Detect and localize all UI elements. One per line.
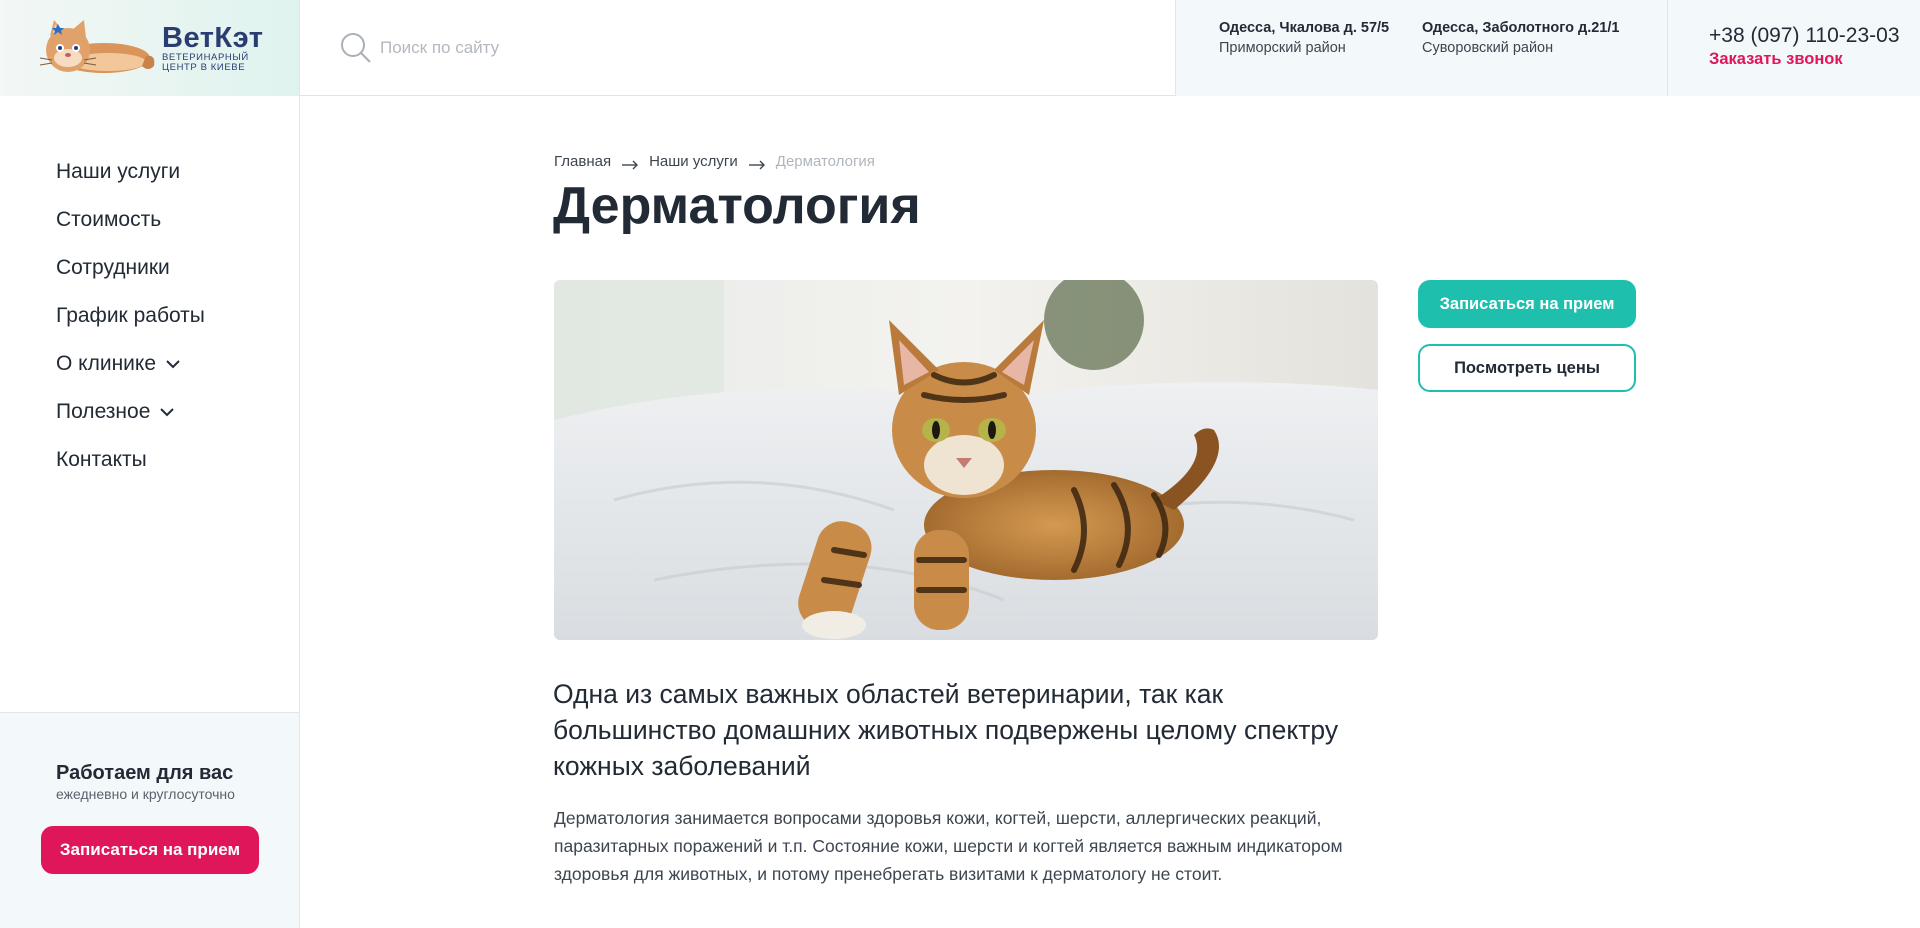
site-header: ВетКэт ВЕТЕРИНАРНЫЙ ЦЕНТР В КИЕВЕ Одесса… xyxy=(0,0,1920,96)
logo-subtitle-line2: ЦЕНТР В КИЕВЕ xyxy=(162,62,246,73)
address-district: Приморский район xyxy=(1219,40,1346,56)
working-hours-title: Работаем для вас xyxy=(56,762,234,784)
sidebar-nav: Наши услуги Стоимость Сотрудники График … xyxy=(0,96,299,484)
working-hours-subtitle: ежедневно и круглосуточно xyxy=(56,786,235,802)
address-street: Одесса, Чкалова д. 57/5 xyxy=(1219,20,1390,36)
breadcrumb-home[interactable]: Главная xyxy=(554,153,611,170)
sidebar-item-about[interactable]: О клинике xyxy=(56,340,299,388)
sidebar-item-label: Полезное xyxy=(56,400,151,423)
sidebar-item-label: Контакты xyxy=(56,448,147,471)
chevron-down-icon xyxy=(164,355,182,373)
address-district: Суворовский район xyxy=(1422,40,1554,56)
breadcrumb: Главная Наши услуги Дерматология xyxy=(554,153,875,170)
order-call-link[interactable]: Заказать звонок xyxy=(1709,48,1920,70)
breadcrumb-services[interactable]: Наши услуги xyxy=(649,153,738,170)
address-street: Одесса, Заболотного д.21/1 xyxy=(1422,20,1620,36)
phone-number[interactable]: +38 (097) 110-23-03 xyxy=(1709,24,1920,48)
sidebar-item-label: Стоимость xyxy=(56,208,162,231)
search-input[interactable] xyxy=(380,38,1080,58)
lead-paragraph: Одна из самых важных областей ветеринари… xyxy=(553,679,1339,781)
sidebar-item-label: О клинике xyxy=(56,352,157,375)
sidebar-item-schedule[interactable]: График работы xyxy=(56,292,299,340)
address-1: Одесса, Чкалова д. 57/5 Приморский район xyxy=(1219,18,1422,96)
sidebar: Наши услуги Стоимость Сотрудники График … xyxy=(0,96,300,928)
chevron-down-icon xyxy=(158,403,176,421)
logo[interactable]: ВетКэт ВЕТЕРИНАРНЫЙ ЦЕНТР В КИЕВЕ xyxy=(0,0,300,96)
search-icon[interactable] xyxy=(340,32,372,64)
arrow-right-icon xyxy=(621,157,639,169)
arrow-right-icon xyxy=(748,157,766,169)
sidebar-item-staff[interactable]: Сотрудники xyxy=(56,244,299,292)
sidebar-item-label: Сотрудники xyxy=(56,256,170,279)
sidebar-item-contacts[interactable]: Контакты xyxy=(56,436,299,484)
sidebar-appointment-button[interactable]: Записаться на прием xyxy=(41,826,259,874)
page-title: Дерматология xyxy=(553,177,921,235)
working-hours-box: Работаем для вас ежедневно и круглосуточ… xyxy=(0,712,299,928)
sidebar-item-services[interactable]: Наши услуги xyxy=(56,148,299,196)
hero-image xyxy=(554,280,1378,640)
appointment-button[interactable]: Записаться на прием xyxy=(1418,280,1636,328)
sidebar-item-label: Наши услуги xyxy=(56,160,181,183)
cat-logo-icon xyxy=(38,18,156,78)
sidebar-item-label: График работы xyxy=(56,304,205,327)
body-paragraph: Дерматология занимается вопросами здоров… xyxy=(554,808,1343,884)
addresses: Одесса, Чкалова д. 57/5 Приморский район… xyxy=(1176,0,1668,96)
logo-name: ВетКэт xyxy=(162,22,264,54)
breadcrumb-current: Дерматология xyxy=(775,153,875,170)
sidebar-item-prices[interactable]: Стоимость xyxy=(56,196,299,244)
sidebar-item-useful[interactable]: Полезное xyxy=(56,388,299,436)
view-prices-button[interactable]: Посмотреть цены xyxy=(1418,344,1636,392)
address-2: Одесса, Заболотного д.21/1 Суворовский р… xyxy=(1422,18,1625,96)
search-bar xyxy=(300,0,1176,96)
contact-box: +38 (097) 110-23-03 Заказать звонок xyxy=(1668,0,1920,96)
